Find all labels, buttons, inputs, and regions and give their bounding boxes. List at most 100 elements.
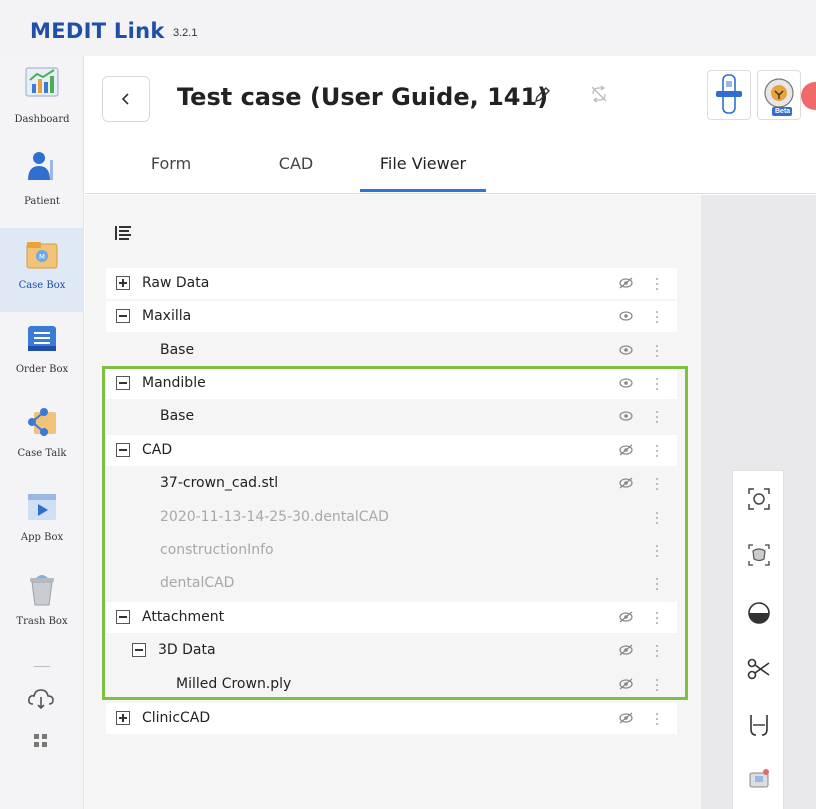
tree-row-milled-crown[interactable]: Milled Crown.ply <box>106 669 677 700</box>
eye-hidden-icon[interactable] <box>618 677 634 691</box>
tree-row-dentalcad-file[interactable]: 2020-11-13-14-25-30.dentalCAD <box>106 502 677 533</box>
expand-icon[interactable] <box>116 711 130 725</box>
sidebar-label: Order Box <box>15 364 69 375</box>
order-box-icon <box>28 326 56 351</box>
screenshot-icon[interactable] <box>745 765 773 793</box>
clipping-icon[interactable] <box>745 599 773 627</box>
more-options-icon[interactable] <box>655 678 659 692</box>
sync-disabled-icon <box>591 85 607 103</box>
more-options-icon[interactable] <box>655 611 659 625</box>
more-options-icon[interactable] <box>655 410 659 424</box>
tab-label: CAD <box>278 154 314 173</box>
tab-cad[interactable]: CAD <box>273 154 319 192</box>
sidebar-item-app-box[interactable]: App Box <box>0 480 84 564</box>
tree-row-construction-info[interactable]: constructionInfo <box>106 535 677 566</box>
tree-row-maxilla[interactable]: Maxilla <box>106 301 677 332</box>
eye-hidden-icon[interactable] <box>618 643 634 657</box>
svg-text:M: M <box>39 253 45 261</box>
tab-file-viewer[interactable]: File Viewer <box>360 154 486 192</box>
eye-icon[interactable] <box>618 309 634 323</box>
page-title: Test case (User Guide, 141) <box>177 83 549 111</box>
more-options-icon[interactable] <box>655 444 659 458</box>
tree-row-3d-data[interactable]: 3D Data <box>106 635 677 666</box>
tab-label: Form <box>150 154 192 173</box>
sidebar-item-case-box[interactable]: M Case Box <box>0 228 84 312</box>
sidebar-label: App Box <box>20 532 64 543</box>
sidebar-item-case-talk[interactable]: Case Talk <box>0 396 84 480</box>
tree-row-label: Attachment <box>142 609 225 625</box>
measure-icon[interactable] <box>745 711 773 739</box>
sidebar-label: Patient <box>24 196 60 207</box>
tree-view-icon[interactable] <box>114 224 132 242</box>
tree-row-label: 2020-11-13-14-25-30.dentalCAD <box>160 509 389 525</box>
tab-form[interactable]: Form <box>143 154 199 192</box>
tree-row-cad-stl[interactable]: 37-crown_cad.stl <box>106 468 677 499</box>
grid-menu-icon[interactable] <box>26 726 56 756</box>
notification-badge[interactable] <box>801 82 816 110</box>
more-options-icon[interactable] <box>655 511 659 525</box>
sidebar-item-trash-box[interactable]: Trash Box <box>0 564 84 648</box>
tree-row-mandible-base[interactable]: Base <box>106 401 677 432</box>
more-options-icon[interactable] <box>655 577 659 591</box>
tooth-view-icon[interactable] <box>745 541 773 569</box>
dashboard-icon <box>25 67 59 97</box>
patient-icon <box>28 152 53 180</box>
expand-icon[interactable] <box>116 276 130 290</box>
tree-row-label: 3D Data <box>158 642 216 658</box>
cloud-sync-icon[interactable] <box>26 684 56 714</box>
tree-row-label: Base <box>160 408 195 424</box>
tree-row-attachment[interactable]: Attachment <box>106 602 677 633</box>
more-options-icon[interactable] <box>655 277 659 291</box>
viewer-toolbar <box>732 470 784 809</box>
sidebar-item-order-box[interactable]: Order Box <box>0 312 84 396</box>
collapse-icon[interactable] <box>116 443 130 457</box>
eye-icon[interactable] <box>618 409 634 423</box>
tree-row-label: 37-crown_cad.stl <box>160 475 279 491</box>
ai-beta-button[interactable]: Beta <box>757 70 801 120</box>
tree-row-cad[interactable]: CAD <box>106 435 677 466</box>
scissors-icon[interactable] <box>745 655 773 683</box>
eye-hidden-icon[interactable] <box>618 711 634 725</box>
eye-icon[interactable] <box>618 343 634 357</box>
tree-row-maxilla-base[interactable]: Base <box>106 335 677 366</box>
pencil-icon[interactable] <box>532 85 552 105</box>
eye-hidden-icon[interactable] <box>618 476 634 490</box>
back-button[interactable] <box>102 76 150 122</box>
case-talk-icon <box>28 408 56 436</box>
trash-box-icon <box>30 575 54 606</box>
fit-view-icon[interactable] <box>745 485 773 513</box>
sidebar-label: Dashboard <box>14 114 70 125</box>
tree-row-label: ClinicCAD <box>142 710 211 726</box>
app-logo: MEDIT Link <box>30 19 165 43</box>
more-options-icon[interactable] <box>655 712 659 726</box>
sidebar-item-patient[interactable]: Patient <box>0 140 84 224</box>
sidebar-item-dashboard[interactable]: Dashboard <box>0 56 84 140</box>
eye-icon[interactable] <box>618 376 634 390</box>
tree-row-label: Base <box>160 342 195 358</box>
tree-row-label: Maxilla <box>142 308 192 324</box>
app-version: 3.2.1 <box>173 27 198 39</box>
tree-row-raw-data[interactable]: Raw Data <box>106 268 677 299</box>
tree-row-cliniccad[interactable]: ClinicCAD <box>106 703 677 734</box>
title-bar: MEDIT Link 3.2.1 <box>0 0 816 56</box>
scanner-button[interactable] <box>707 70 751 120</box>
collapse-icon[interactable] <box>116 376 130 390</box>
collapse-icon[interactable] <box>116 610 130 624</box>
collapse-icon[interactable] <box>132 643 146 657</box>
eye-hidden-icon[interactable] <box>618 276 634 290</box>
sidebar: Dashboard Patient M Case Box Order Box C… <box>0 56 84 809</box>
more-options-icon[interactable] <box>655 644 659 658</box>
tree-row-mandible[interactable]: Mandible <box>106 368 677 399</box>
tree-row-label: Milled Crown.ply <box>176 676 292 692</box>
eye-hidden-icon[interactable] <box>618 443 634 457</box>
more-options-icon[interactable] <box>655 310 659 324</box>
eye-hidden-icon[interactable] <box>618 610 634 624</box>
collapse-icon[interactable] <box>116 309 130 323</box>
tree-row-label: Raw Data <box>142 275 210 291</box>
more-options-icon[interactable] <box>655 377 659 391</box>
tree-row-dentalcad[interactable]: dentalCAD <box>106 568 677 599</box>
more-options-icon[interactable] <box>655 477 659 491</box>
more-options-icon[interactable] <box>655 544 659 558</box>
more-options-icon[interactable] <box>655 344 659 358</box>
sidebar-label: Case Talk <box>17 448 67 459</box>
